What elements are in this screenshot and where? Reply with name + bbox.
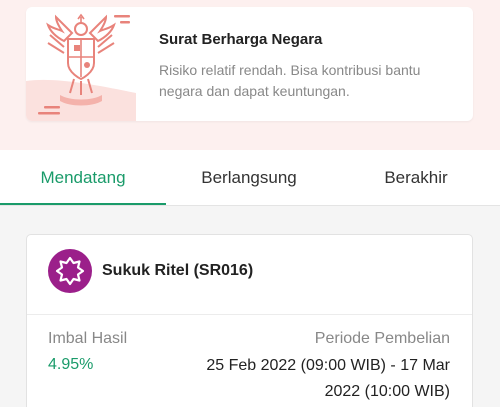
info-description: Risiko relatif rendah. Bisa kontribusi b… <box>159 62 421 99</box>
yield-label: Imbal Hasil <box>48 330 128 347</box>
info-banner: Surat Berharga Negara Risiko relatif ren… <box>0 0 500 150</box>
status-tabs: Mendatang Berlangsung Berakhir <box>0 150 500 206</box>
product-card[interactable]: Sukuk Ritel (SR016) Imbal Hasil 4.95% Pe… <box>26 234 473 407</box>
tab-divider <box>0 205 500 206</box>
tab-berlangsung[interactable]: Berlangsung <box>166 150 332 206</box>
info-title: Surat Berharga Negara <box>159 31 323 48</box>
sbn-info-card[interactable]: Surat Berharga Negara Risiko relatif ren… <box>26 7 473 121</box>
period-label: Periode Pembelian <box>314 330 450 347</box>
yield-value: 4.95% <box>48 356 94 373</box>
product-name: Sukuk Ritel (SR016) <box>102 262 254 279</box>
period-value: 25 Feb 2022 (09:00 WIB) - 17 Mar 2022 (1… <box>206 357 450 400</box>
product-header: Sukuk Ritel (SR016) <box>27 235 472 315</box>
star-badge-icon <box>48 249 92 293</box>
garuda-emblem-icon <box>26 7 136 121</box>
tab-mendatang[interactable]: Mendatang <box>0 150 166 206</box>
tab-berakhir[interactable]: Berakhir <box>332 150 500 206</box>
